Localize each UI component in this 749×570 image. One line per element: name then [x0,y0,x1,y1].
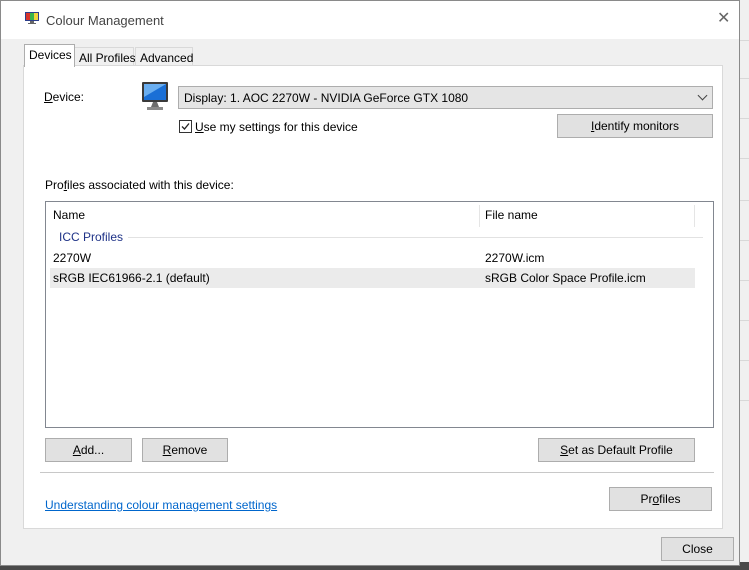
identify-monitors-button[interactable]: Identify monitors [557,114,713,138]
background-window-edge [740,0,749,570]
use-my-settings-label[interactable]: Use my settings for this device [195,120,358,134]
close-icon[interactable]: ✕ [717,11,730,27]
colour-management-icon [25,12,39,24]
profile-file: sRGB Color Space Profile.icm [485,271,646,285]
profiles-button[interactable]: Profiles [609,487,712,511]
tab-devices[interactable]: Devices [24,44,75,67]
tab-advanced[interactable]: Advanced [135,47,193,66]
tab-all-profiles[interactable]: All Profiles [74,47,136,66]
column-header-file-name[interactable]: File name [485,208,538,222]
tab-advanced-label: Advanced [140,51,194,65]
column-divider[interactable] [479,205,480,227]
profiles-list[interactable]: Name File name ICC Profiles 2270W 2270W.… [45,201,714,428]
group-header-icc-profiles: ICC Profiles [59,230,124,244]
tab-all-profiles-label: All Profiles [79,51,136,65]
understanding-colour-management-link[interactable]: Understanding colour management settings [45,498,277,512]
profile-file: 2270W.icm [485,251,545,265]
tab-devices-label: Devices [29,48,72,62]
group-divider [128,237,703,238]
column-header-name[interactable]: Name [53,208,85,222]
column-divider[interactable] [694,205,695,227]
device-label: Device: [44,90,85,104]
window-title: Colour Management [46,13,164,28]
close-button[interactable]: Close [661,537,734,561]
list-row[interactable]: sRGB IEC61966-2.1 (default) sRGB Color S… [50,268,695,288]
add-button[interactable]: Add... [45,438,132,462]
colour-management-dialog: Colour Management ✕ Devices All Profiles… [0,0,740,566]
list-row[interactable]: 2270W 2270W.icm [50,248,695,268]
divider [40,472,714,473]
chevron-down-icon [697,90,708,101]
profile-name: 2270W [53,251,92,265]
profile-name: sRGB IEC61966-2.1 (default) [53,271,210,285]
monitor-icon [140,81,172,111]
device-select-value: Display: 1. AOC 2270W - NVIDIA GeForce G… [184,91,469,105]
set-as-default-profile-button[interactable]: Set as Default Profile [538,438,695,462]
checkmark-icon [181,123,190,130]
title-bar: Colour Management ✕ [1,1,739,39]
device-select[interactable]: Display: 1. AOC 2270W - NVIDIA GeForce G… [178,86,713,109]
use-my-settings-checkbox[interactable] [179,120,192,133]
remove-button[interactable]: Remove [142,438,228,462]
profiles-section-label: Profiles associated with this device: [45,178,234,192]
